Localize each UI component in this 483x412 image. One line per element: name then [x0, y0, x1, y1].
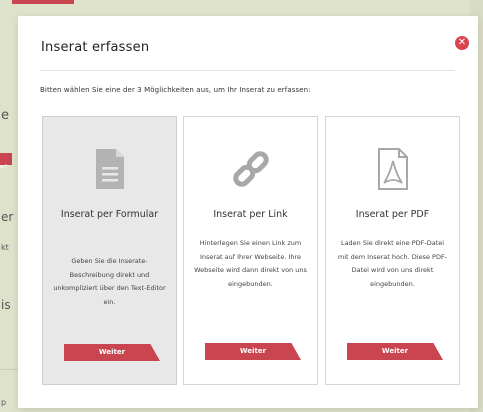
continue-button[interactable]: Weiter [205, 343, 301, 360]
continue-button[interactable]: Weiter [64, 344, 160, 361]
close-icon: ✕ [457, 37, 467, 48]
background-text: er [1, 210, 14, 224]
dialog-title: Inserat erfassen [41, 40, 150, 55]
background-accent-bar [12, 0, 74, 4]
link-icon [232, 151, 269, 187]
pdf-icon [377, 148, 408, 190]
option-card-form[interactable]: Inserat per Formular Geben Sie die Inser… [42, 116, 177, 385]
background-divider [0, 369, 18, 370]
dialog-divider [40, 70, 455, 71]
continue-button[interactable]: Weiter [347, 343, 443, 360]
option-card-pdf[interactable]: Inserat per PDF Laden Sie direkt eine PD… [325, 116, 460, 385]
background-text: is [1, 298, 11, 312]
background-tab: erf [0, 153, 12, 170]
option-card-link[interactable]: Inserat per Link Hinterlegen Sie einen L… [183, 116, 318, 385]
close-button[interactable]: ✕ [455, 36, 469, 50]
insert-dialog: Inserat erfassen ✕ Bitten wählen Sie ein… [18, 16, 478, 408]
background-text: e [1, 108, 9, 123]
dialog-instructions: Bitten wählen Sie eine der 3 Möglichkeit… [40, 86, 311, 94]
card-title: Inserat per Link [213, 209, 288, 220]
card-description: Hinterlegen Sie einen Link zum Inserat a… [194, 239, 307, 288]
document-icon [95, 149, 124, 189]
card-description: Geben Sie die Inserate-Beschreibung dire… [53, 257, 166, 306]
card-title: Inserat per PDF [355, 209, 430, 220]
background-text: p [1, 398, 7, 407]
card-title: Inserat per Formular [60, 209, 159, 220]
card-description: Laden Sie direkt eine PDF-Datei mit dem … [337, 239, 448, 288]
background-text: kt [1, 243, 9, 252]
